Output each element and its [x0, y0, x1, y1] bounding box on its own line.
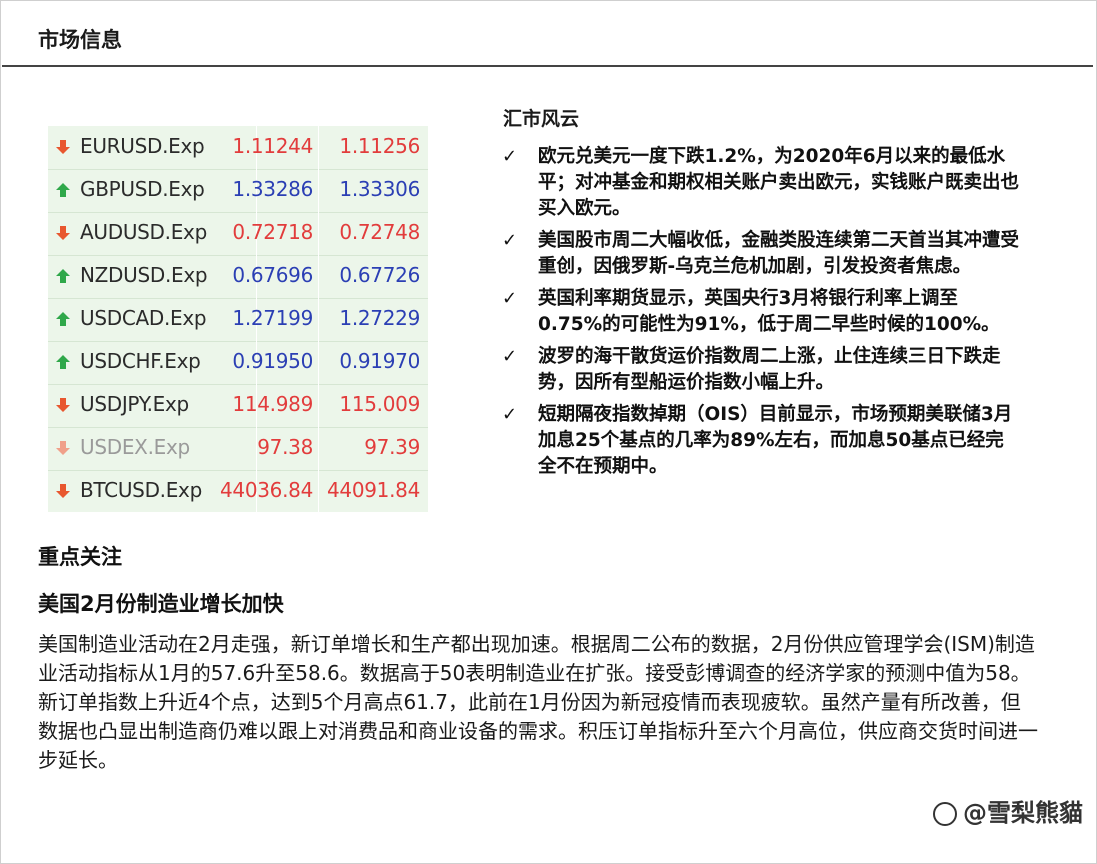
quote-symbol: AUDUSD.Exp — [80, 220, 207, 244]
column-divider — [318, 470, 319, 513]
quote-row: USDJPY.Exp 114.989 115.009 — [48, 384, 428, 428]
quote-ask: 44091.84 — [326, 478, 420, 502]
quote-symbol: USDCAD.Exp — [80, 306, 207, 330]
quote-ask: 0.67726 — [339, 263, 420, 287]
checkmark-icon: ✓ — [502, 346, 518, 367]
quote-row: BTCUSD.Exp 44036.84 44091.84 — [48, 470, 428, 513]
column-divider — [318, 427, 319, 470]
quote-bid: 0.91950 — [232, 349, 313, 373]
fx-news-title: 汇市风云 — [503, 108, 580, 130]
fx-news-item: ✓ 英国利率期货显示，英国央行3月将银行利率上调至0.75%的可能性为91%，低于… — [500, 286, 1020, 338]
checkmark-icon: ✓ — [502, 404, 518, 425]
quote-bid: 0.67696 — [232, 263, 313, 287]
arrow-down-icon — [56, 140, 70, 154]
fx-news-item: ✓ 欧元兑美元一度下跌1.2%，为2020年6月以来的最低水平；对冲基金和期权相关… — [500, 144, 1020, 222]
watermark: @雪梨熊貓 — [933, 793, 1083, 828]
quote-bid: 114.989 — [232, 392, 313, 416]
quote-row: GBPUSD.Exp 1.33286 1.33306 — [48, 169, 428, 213]
quote-bid: 1.27199 — [232, 306, 313, 330]
quote-row: EURUSD.Exp 1.11244 1.11256 — [48, 126, 428, 170]
quote-symbol: USDCHF.Exp — [80, 349, 201, 373]
quote-ask: 1.33306 — [339, 177, 420, 201]
column-divider — [318, 341, 319, 384]
quote-bid: 1.33286 — [232, 177, 313, 201]
quote-symbol: USDJPY.Exp — [80, 392, 189, 416]
quote-bid: 1.11244 — [232, 134, 313, 158]
column-divider — [318, 169, 319, 212]
quote-ask: 1.11256 — [339, 134, 420, 158]
fx-news-text: 欧元兑美元一度下跌1.2%，为2020年6月以来的最低水平；对冲基金和期权相关账… — [538, 146, 1020, 219]
column-divider — [318, 298, 319, 341]
quote-bid: 44036.84 — [219, 478, 313, 502]
focus-title: 重点关注 — [38, 545, 122, 569]
quote-row: NZDUSD.Exp 0.67696 0.67726 — [48, 255, 428, 299]
arrow-up-icon — [56, 312, 70, 326]
quote-symbol: BTCUSD.Exp — [80, 478, 202, 502]
fx-news-text: 美国股市周二大幅收低，金融类股连续第二天首当其冲遭受重创，因俄罗斯-乌克兰危机加… — [538, 230, 1020, 277]
fx-news-list: ✓ 欧元兑美元一度下跌1.2%，为2020年6月以来的最低水平；对冲基金和期权相关… — [500, 144, 1020, 486]
watermark-text: @雪梨熊貓 — [963, 799, 1083, 827]
fx-news-text: 短期隔夜指数掉期（OIS）目前显示，市场预期美联储3月加息25个基点的几率为89… — [538, 404, 1013, 477]
quote-ask: 0.72748 — [339, 220, 420, 244]
column-divider — [318, 126, 319, 169]
column-divider — [318, 384, 319, 427]
checkmark-icon: ✓ — [502, 146, 518, 167]
weibo-icon — [933, 802, 957, 826]
checkmark-icon: ✓ — [502, 230, 518, 251]
fx-news-item: ✓ 短期隔夜指数掉期（OIS）目前显示，市场预期美联储3月加息25个基点的几率为8… — [500, 402, 1020, 480]
quote-row: USDCHF.Exp 0.91950 0.91970 — [48, 341, 428, 385]
quote-symbol: USDEX.Exp — [80, 435, 190, 459]
quote-ask: 97.39 — [364, 435, 420, 459]
quote-table: EURUSD.Exp 1.11244 1.11256 GBPUSD.Exp 1.3328… — [48, 126, 428, 513]
news-body: 美国制造业活动在2月走强，新订单增长和生产都出现加速。根据周二公布的数据，2月份… — [38, 632, 1038, 772]
arrow-up-icon — [56, 183, 70, 197]
header-divider — [2, 65, 1093, 67]
fx-news-text: 波罗的海干散货运价指数周二上涨，止住连续三日下跌走势，因所有型船运价指数小幅上升… — [538, 346, 1001, 393]
column-divider — [318, 212, 319, 255]
quote-symbol: EURUSD.Exp — [80, 134, 205, 158]
fx-news-item: ✓ 波罗的海干散货运价指数周二上涨，止住连续三日下跌走势，因所有型船运价指数小幅上… — [500, 344, 1020, 396]
fx-news-text: 英国利率期货显示，英国央行3月将银行利率上调至0.75%的可能性为91%，低于周… — [538, 288, 1000, 335]
quote-ask: 1.27229 — [339, 306, 420, 330]
quote-symbol: NZDUSD.Exp — [80, 263, 208, 287]
quote-row: AUDUSD.Exp 0.72718 0.72748 — [48, 212, 428, 256]
quote-bid: 97.38 — [257, 435, 313, 459]
news-headline: 美国2月份制造业增长加快 — [38, 592, 284, 616]
quote-bid: 0.72718 — [232, 220, 313, 244]
quote-row: USDEX.Exp 97.38 97.39 — [48, 427, 428, 471]
quote-ask: 0.91970 — [339, 349, 420, 373]
quote-symbol: GBPUSD.Exp — [80, 177, 205, 201]
page-title: 市场信息 — [38, 28, 122, 52]
column-divider — [318, 255, 319, 298]
arrow-down-icon — [56, 441, 70, 455]
quote-row: USDCAD.Exp 1.27199 1.27229 — [48, 298, 428, 342]
arrow-up-icon — [56, 269, 70, 283]
arrow-down-icon — [56, 484, 70, 498]
arrow-up-icon — [56, 355, 70, 369]
quote-ask: 115.009 — [339, 392, 420, 416]
arrow-down-icon — [56, 398, 70, 412]
arrow-down-icon — [56, 226, 70, 240]
checkmark-icon: ✓ — [502, 288, 518, 309]
fx-news-item: ✓ 美国股市周二大幅收低，金融类股连续第二天首当其冲遭受重创，因俄罗斯-乌克兰危机… — [500, 228, 1020, 280]
